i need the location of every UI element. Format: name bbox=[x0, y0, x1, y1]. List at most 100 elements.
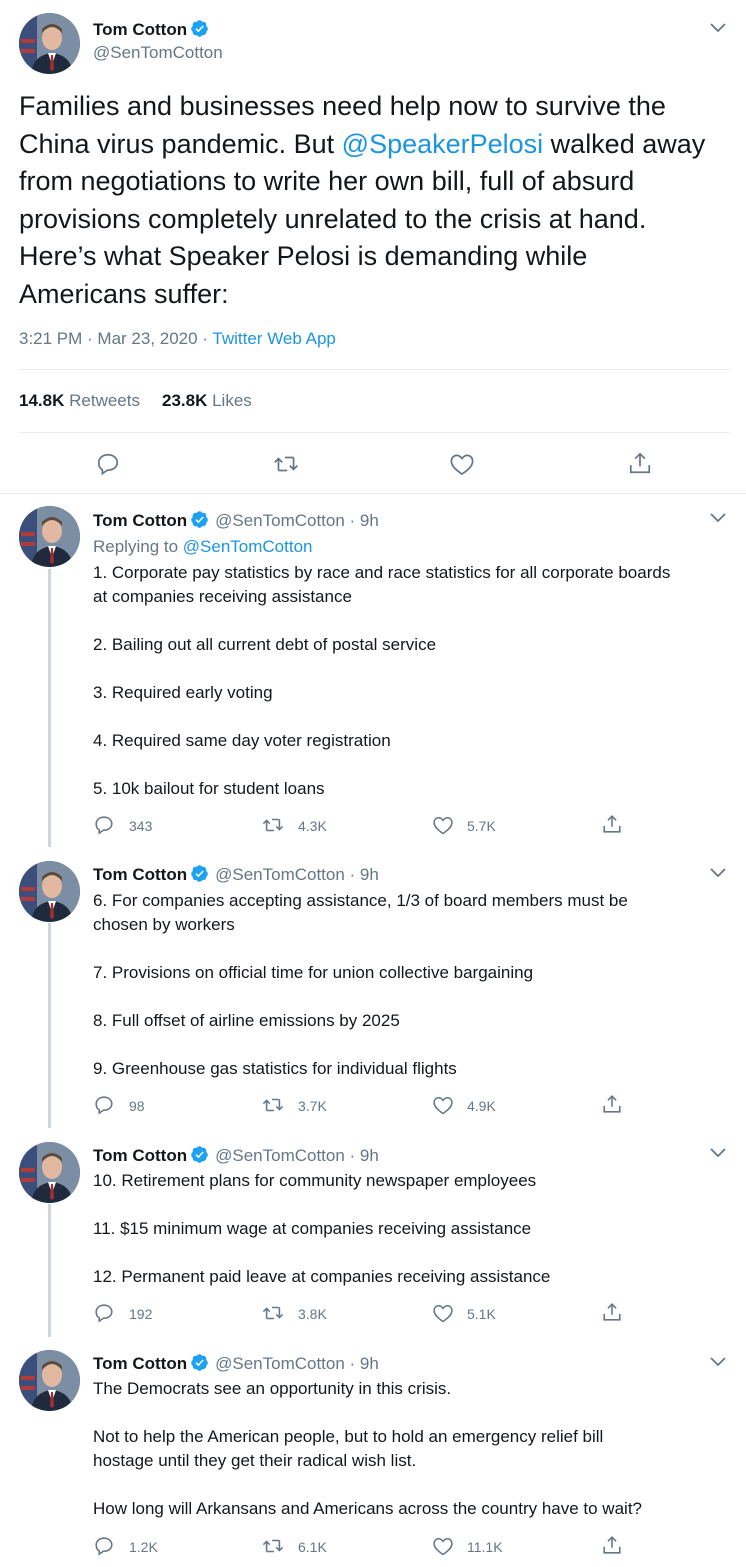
tweet-text-line: at companies receiving assistance bbox=[93, 587, 352, 606]
heart-icon[interactable] bbox=[432, 1303, 454, 1328]
tweet-text-line: 6. For companies accepting assistance, 1… bbox=[93, 891, 628, 910]
tweet-text-line: 4. Required same day voter registration bbox=[93, 731, 391, 750]
reply-icon[interactable] bbox=[95, 451, 121, 482]
reply-count: 192 bbox=[129, 1306, 153, 1322]
avatar[interactable] bbox=[19, 1142, 80, 1203]
tweet-text-line: Not to help the American people, but to … bbox=[93, 1427, 604, 1446]
mention-link[interactable]: @SenTomCotton bbox=[183, 537, 313, 556]
like-count: 5.1K bbox=[467, 1306, 496, 1322]
share-icon[interactable] bbox=[601, 1093, 623, 1120]
reply-tweet[interactable]: Tom Cotton @SenTomCotton · 9h The Democra… bbox=[0, 1338, 746, 1567]
avatar[interactable] bbox=[19, 1350, 80, 1411]
like-count: 5.7K bbox=[467, 818, 496, 834]
reply-header: Tom Cotton @SenTomCotton · 9h bbox=[93, 510, 379, 534]
chevron-down-icon[interactable] bbox=[708, 17, 728, 37]
tweet-text-line: from negotiations to write her own bill,… bbox=[19, 166, 635, 196]
mention-link[interactable]: @SpeakerPelosi bbox=[342, 129, 544, 159]
like-count: 11.1K bbox=[467, 1539, 503, 1555]
tweet-text-line: 9. Greenhouse gas statistics for individ… bbox=[93, 1059, 457, 1078]
tweet-text-line: Americans suffer: bbox=[19, 278, 229, 309]
retweet-count: 6.1K bbox=[298, 1539, 327, 1555]
reply-header: Tom Cotton @SenTomCotton · 9h bbox=[93, 1353, 379, 1377]
avatar[interactable] bbox=[19, 506, 80, 567]
retweet-count: 3.7K bbox=[298, 1098, 327, 1114]
tweet-text: Families and businesses need help now to… bbox=[19, 88, 734, 313]
reply-icon[interactable] bbox=[93, 1302, 115, 1329]
reply-icon[interactable] bbox=[93, 1094, 115, 1121]
divider bbox=[19, 369, 730, 370]
timestamp-link[interactable]: 3:21 PM · Mar 23, 2020 · bbox=[19, 329, 212, 348]
reply-icon[interactable] bbox=[93, 814, 115, 841]
share-icon[interactable] bbox=[627, 450, 653, 481]
author-name[interactable]: Tom Cotton bbox=[93, 19, 209, 43]
chevron-down-icon[interactable] bbox=[708, 862, 728, 882]
reply-count: 343 bbox=[129, 818, 153, 834]
retweet-count: 4.3K bbox=[298, 818, 327, 834]
share-icon[interactable] bbox=[601, 1534, 623, 1561]
tweet-text-line: 12. Permanent paid leave at companies re… bbox=[93, 1267, 551, 1286]
reply-tweet[interactable]: Tom Cotton @SenTomCotton · 9h 6. For comp… bbox=[0, 848, 746, 1128]
tweet-text-line: 11. $15 minimum wage at companies receiv… bbox=[93, 1219, 532, 1238]
tweet-text-line: provisions completely unrelated to the c… bbox=[19, 203, 647, 234]
tweet-text-line: Families and businesses need help now to… bbox=[19, 91, 666, 121]
heart-icon[interactable] bbox=[449, 452, 475, 481]
reply-header: Tom Cotton @SenTomCotton · 9h bbox=[93, 864, 379, 888]
tweet-text-line: 7. Provisions on official time for union… bbox=[93, 963, 534, 982]
tweet-text-line: Here’s what Speaker Pelosi is demanding … bbox=[19, 241, 588, 271]
retweet-icon[interactable] bbox=[261, 814, 285, 841]
tweet-text-line: hostage until they get their radical wis… bbox=[93, 1451, 417, 1470]
retweet-count: 3.8K bbox=[298, 1306, 327, 1322]
author-name[interactable]: Tom Cotton bbox=[93, 865, 187, 884]
likes-stat[interactable]: 23.8K Likes bbox=[162, 391, 252, 410]
reply-header: Tom Cotton @SenTomCotton · 9h bbox=[93, 1145, 379, 1169]
tweet-text-line: How long will Arkansans and Americans ac… bbox=[93, 1499, 642, 1518]
tweet-timestamp: 3:21 PM · Mar 23, 2020 · Twitter Web App bbox=[19, 329, 336, 349]
verified-badge-icon bbox=[190, 19, 209, 43]
tweet-text-line: 1. Corporate pay statistics by race and … bbox=[93, 563, 671, 582]
author-name[interactable]: Tom Cotton bbox=[93, 511, 187, 530]
reply-icon[interactable] bbox=[93, 1535, 115, 1562]
chevron-down-icon[interactable] bbox=[708, 1351, 728, 1371]
heart-icon[interactable] bbox=[432, 1536, 454, 1561]
avatar[interactable] bbox=[19, 861, 80, 922]
verified-badge-icon bbox=[190, 1353, 209, 1377]
tweet-text-line: 8. Full offset of airline emissions by 2… bbox=[93, 1011, 400, 1030]
share-icon[interactable] bbox=[601, 813, 623, 840]
share-icon[interactable] bbox=[601, 1301, 623, 1328]
author-name[interactable]: Tom Cotton bbox=[93, 1354, 187, 1373]
reply-tweet[interactable]: Tom Cotton @SenTomCotton · 9h 10. Retirem… bbox=[0, 1129, 746, 1337]
tweet-text-line: 2. Bailing out all current debt of posta… bbox=[93, 635, 437, 654]
main-tweet: Tom Cotton @SenTomCotton Families and bu… bbox=[0, 0, 746, 494]
like-count: 4.9K bbox=[467, 1098, 496, 1114]
divider bbox=[19, 432, 730, 433]
reply-tweet[interactable]: Tom Cotton @SenTomCotton · 9h Replying to… bbox=[0, 494, 746, 847]
tweet-text-line: 5. 10k bailout for student loans bbox=[93, 779, 325, 798]
replying-to: Replying to @SenTomCotton bbox=[93, 537, 313, 556]
chevron-down-icon[interactable] bbox=[708, 1142, 728, 1162]
retweet-icon[interactable] bbox=[261, 1535, 285, 1562]
chevron-down-icon[interactable] bbox=[708, 507, 728, 527]
tweet-text-line: The Democrats see an opportunity in this… bbox=[93, 1379, 452, 1398]
heart-icon[interactable] bbox=[432, 815, 454, 840]
author-handle[interactable]: @SenTomCotton · 9h bbox=[215, 865, 379, 884]
verified-badge-icon bbox=[190, 1145, 209, 1169]
author-handle[interactable]: @SenTomCotton · 9h bbox=[215, 1146, 379, 1165]
retweet-icon[interactable] bbox=[261, 1302, 285, 1329]
tweet-text-line: China virus pandemic. But @SpeakerPelosi… bbox=[19, 128, 706, 159]
author-handle[interactable]: @SenTomCotton · 9h bbox=[215, 511, 379, 530]
author-name[interactable]: Tom Cotton bbox=[93, 1146, 187, 1165]
author-handle[interactable]: @SenTomCotton bbox=[93, 43, 223, 63]
heart-icon[interactable] bbox=[432, 1095, 454, 1120]
retweets-stat[interactable]: 14.8K Retweets bbox=[19, 391, 140, 410]
retweet-icon[interactable] bbox=[272, 451, 300, 482]
reply-count: 1.2K bbox=[129, 1539, 158, 1555]
verified-badge-icon bbox=[190, 510, 209, 534]
tweet-stats: 14.8K Retweets 23.8K Likes bbox=[19, 391, 252, 411]
retweet-icon[interactable] bbox=[261, 1094, 285, 1121]
reply-count: 98 bbox=[129, 1098, 145, 1114]
source-app-link[interactable]: Twitter Web App bbox=[212, 329, 335, 348]
author-handle[interactable]: @SenTomCotton · 9h bbox=[215, 1354, 379, 1373]
thread-line bbox=[48, 569, 51, 847]
avatar[interactable] bbox=[19, 13, 80, 74]
thread-line bbox=[48, 923, 51, 1128]
